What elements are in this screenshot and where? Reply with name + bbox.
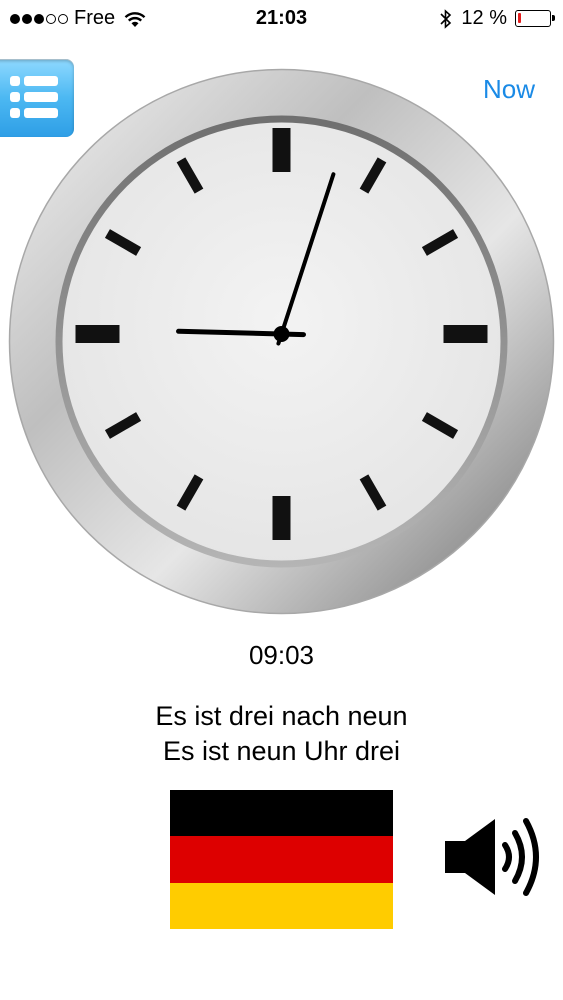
battery-level [518, 13, 521, 23]
germany-flag-icon[interactable] [170, 790, 393, 929]
digital-time: 09:03 [248, 640, 315, 670]
time-phrase-secondary: Es ist neun Uhr drei [162, 736, 401, 766]
battery-percentage: 12 % [461, 7, 507, 29]
bluetooth-icon [440, 8, 452, 29]
status-right: 12 % [439, 7, 555, 30]
time-phrase-primary: Es ist drei nach neun [155, 701, 408, 731]
flag-stripe-red [170, 836, 393, 883]
flag-stripe-gold [170, 882, 393, 929]
speaker-button[interactable] [443, 815, 553, 899]
flag-stripe-black [170, 790, 393, 837]
speaker-volume-icon [445, 818, 539, 896]
analog-clock [8, 68, 555, 615]
status-bar: Free 21:03 12 % [0, 0, 563, 38]
clock-center-pin [273, 326, 290, 342]
battery-icon [515, 10, 555, 27]
